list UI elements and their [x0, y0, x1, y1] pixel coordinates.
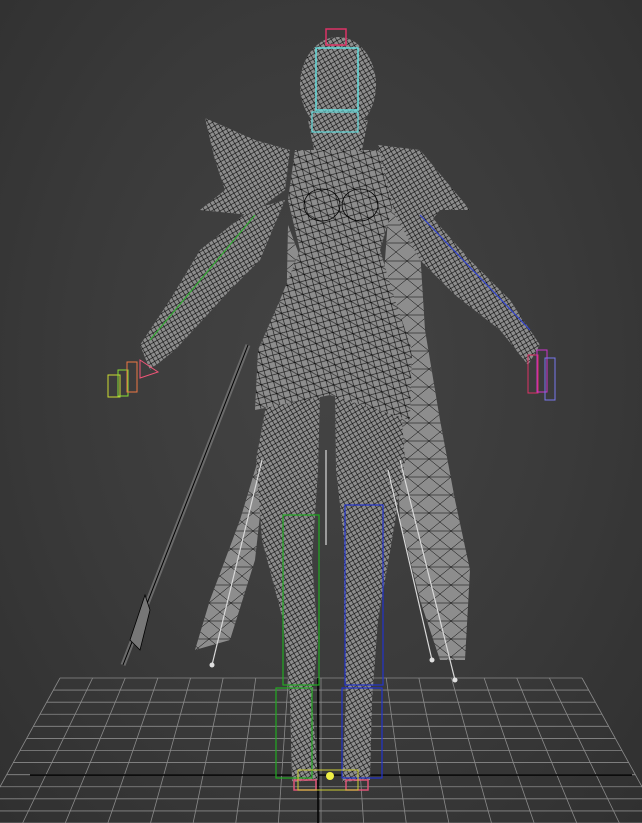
right-foot-bone[interactable]: [345, 779, 369, 791]
viewport-grid-icon: [0, 677, 642, 823]
viewport-canvas[interactable]: [0, 0, 642, 823]
root-helper[interactable]: [326, 772, 334, 780]
3d-viewport[interactable]: [0, 0, 642, 823]
head-mesh: [300, 37, 376, 150]
